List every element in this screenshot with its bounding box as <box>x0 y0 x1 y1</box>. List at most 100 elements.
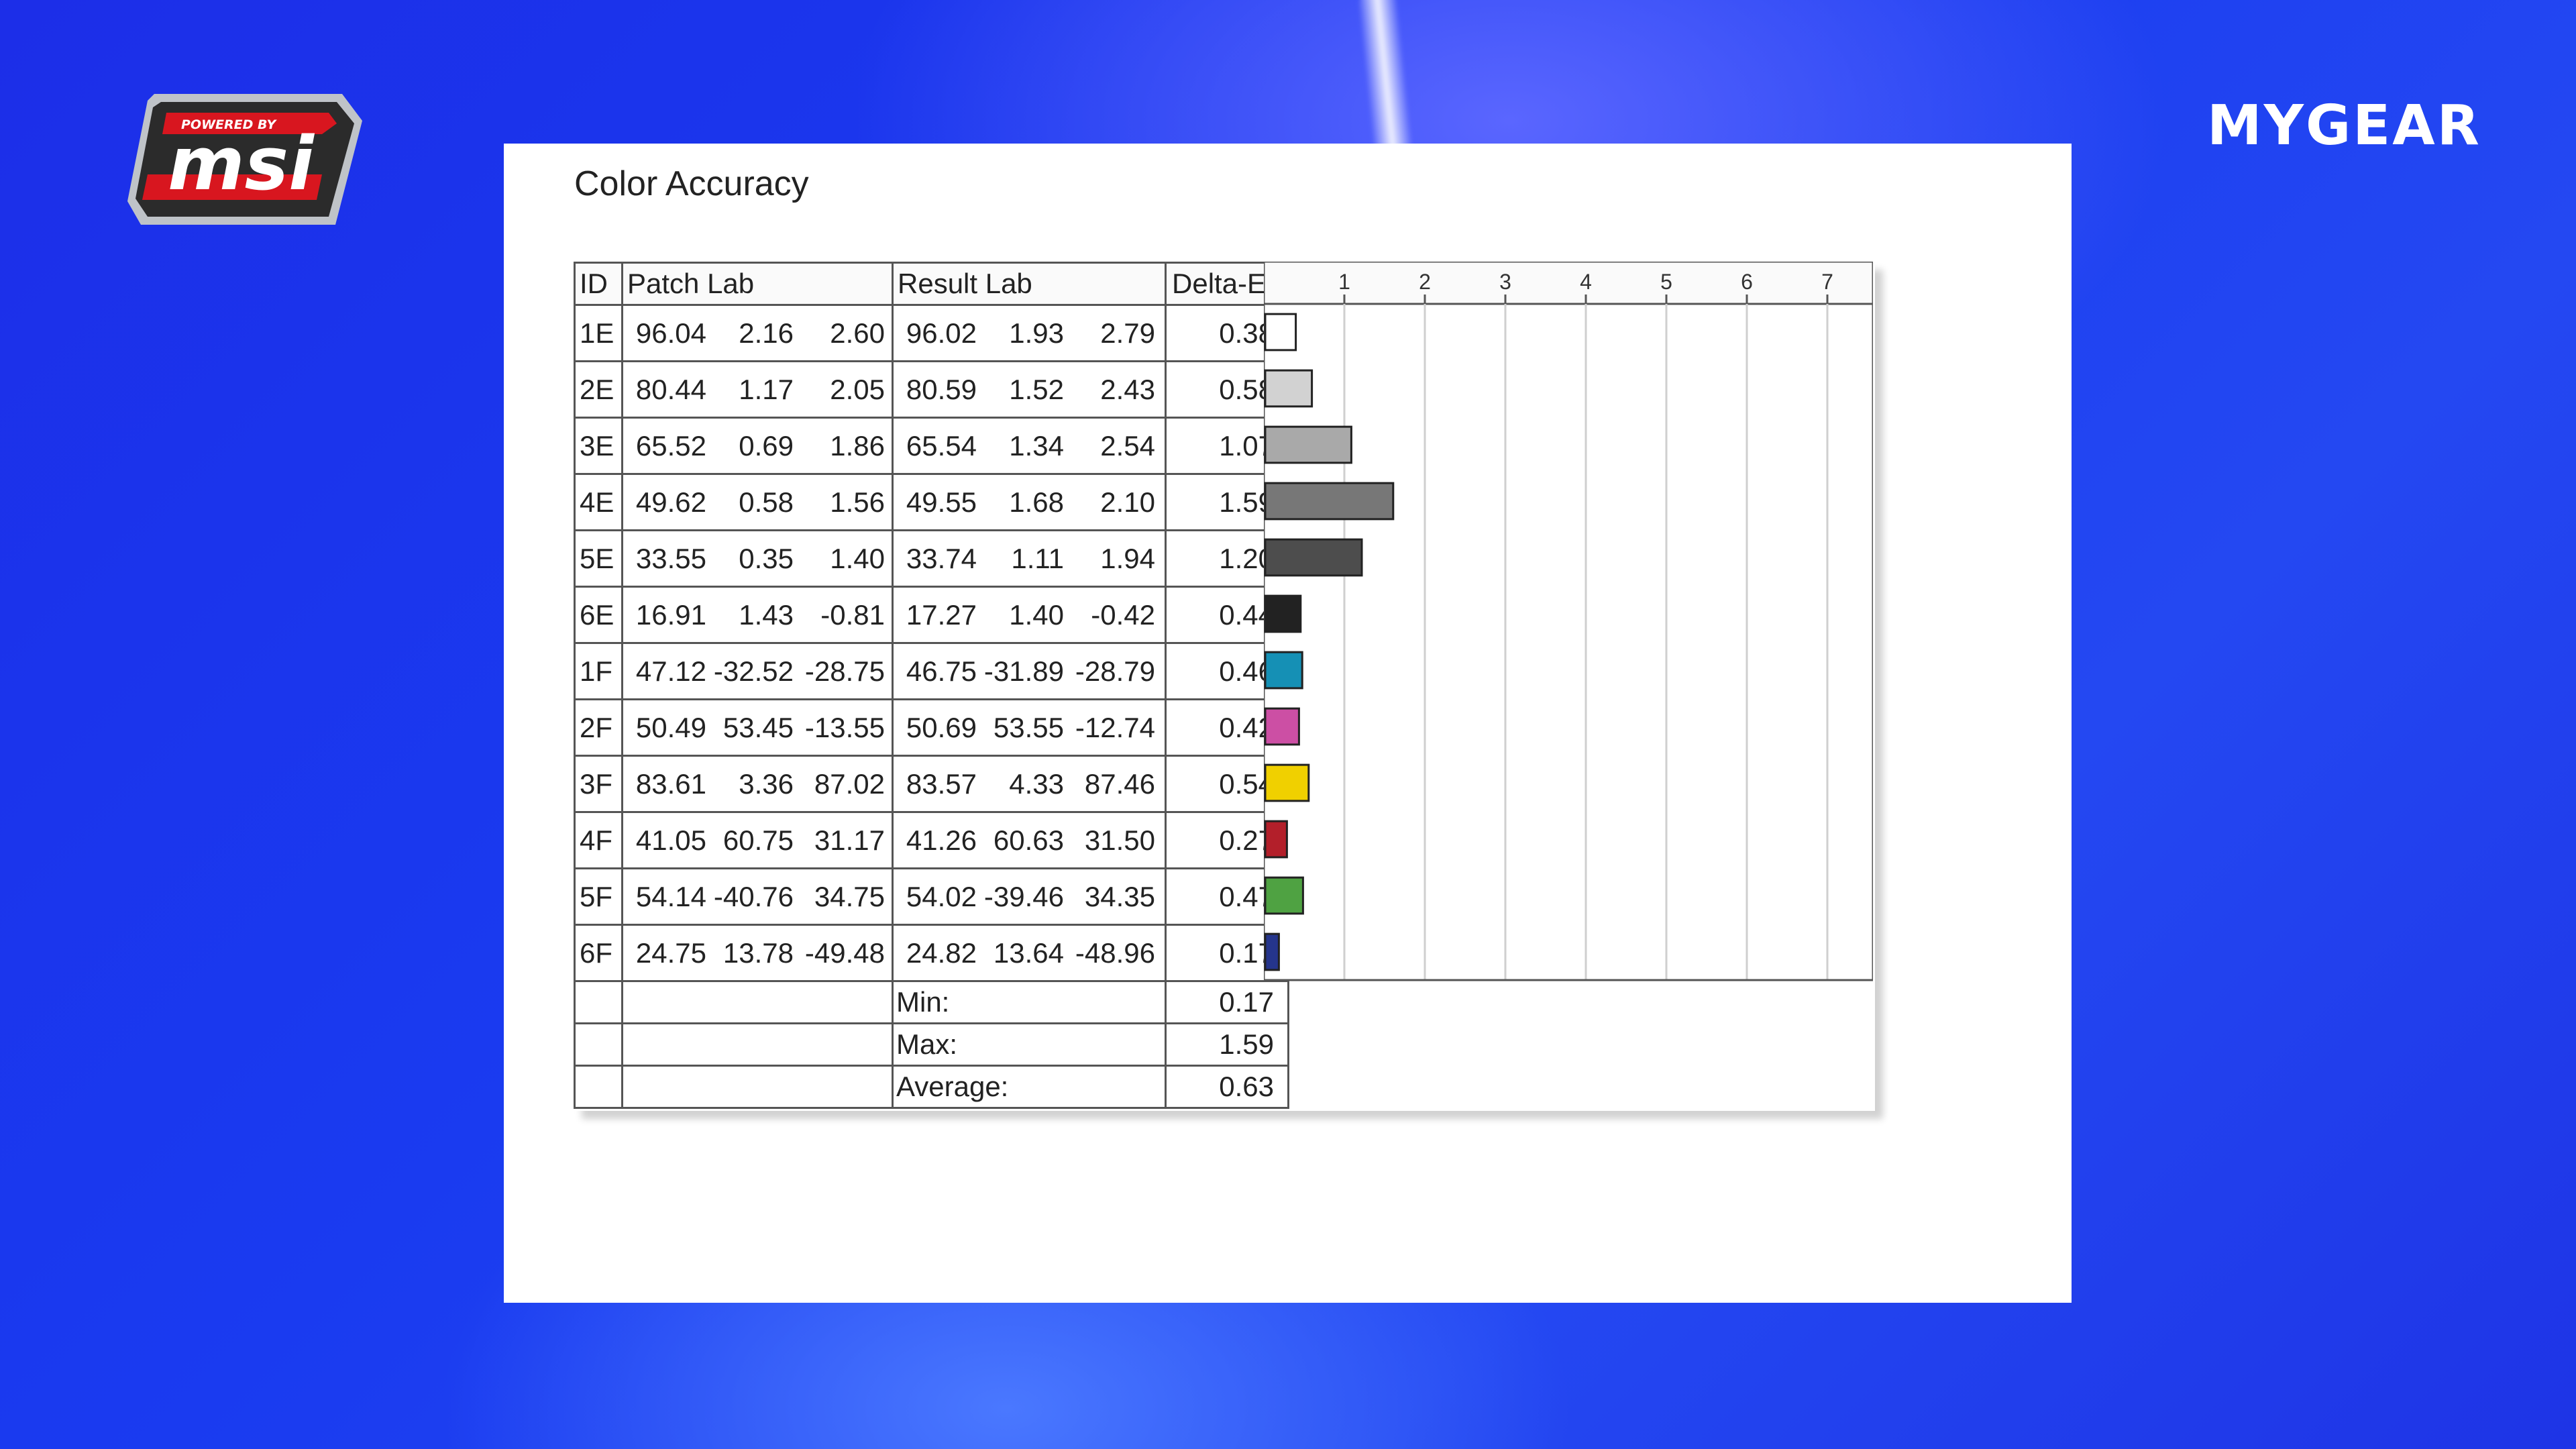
summary-empty <box>621 980 894 1024</box>
patch-lab-value: 60.75 <box>722 824 794 856</box>
result-lab-value: 34.35 <box>1084 880 1155 912</box>
chart-tick-label: 7 <box>1821 270 1833 294</box>
result-lab-cell: 17.27 1.40 -0.42 <box>892 586 1167 644</box>
result-lab-cell: 50.69 53.55 -12.74 <box>892 698 1167 757</box>
result-lab-value: 83.57 <box>906 767 977 800</box>
chart-bar <box>1264 763 1310 802</box>
chart-tick-label: 6 <box>1741 270 1753 294</box>
result-lab-cell: 80.59 1.52 2.43 <box>892 360 1167 419</box>
header-patch-lab: Patch Lab <box>621 262 894 306</box>
patch-lab-value: 49.62 <box>635 486 706 518</box>
patch-lab-value: 34.75 <box>814 880 885 912</box>
result-lab-value: 24.82 <box>906 936 977 969</box>
result-lab-value: 1.11 <box>1011 542 1064 574</box>
result-lab-value: -48.96 <box>1075 936 1155 969</box>
patch-lab-value: -13.55 <box>804 711 885 743</box>
result-lab-value: 41.26 <box>906 824 977 856</box>
result-lab-value: -0.42 <box>1091 598 1155 631</box>
result-lab-value: 2.10 <box>1100 486 1155 518</box>
header-patch-lab-text: Patch Lab <box>627 268 755 299</box>
summary-label: Max: <box>892 1022 1167 1067</box>
chart-bar <box>1264 651 1303 690</box>
patch-lab-value: 2.05 <box>830 373 885 405</box>
patch-lab-cell: 96.04 2.16 2.60 <box>621 304 894 362</box>
chart-plot-area <box>1264 303 1873 981</box>
patch-lab-value: -32.52 <box>713 655 794 687</box>
result-lab-value: 1.52 <box>1009 373 1064 405</box>
chart-bar <box>1264 876 1304 915</box>
table-row: 1E 96.04 2.16 2.60 96.02 1.93 2.79 0.38 <box>574 304 1289 362</box>
result-lab-value: 87.46 <box>1084 767 1155 800</box>
result-lab-value: 2.79 <box>1100 317 1155 349</box>
msi-logo-wordmark: msi <box>168 121 315 207</box>
row-id: 1F <box>574 642 623 700</box>
result-lab-value: 50.69 <box>906 711 977 743</box>
result-lab-value: 80.59 <box>906 373 977 405</box>
patch-lab-value: 1.56 <box>830 486 885 518</box>
patch-lab-value: -0.81 <box>820 598 885 631</box>
mygear-logo: MYGEAR <box>2207 94 2481 158</box>
patch-lab-value: 31.17 <box>814 824 885 856</box>
chart-header-band <box>1264 262 1873 305</box>
summary-empty <box>574 1022 623 1067</box>
row-id: 4E <box>574 473 623 531</box>
patch-lab-cell: 47.12 -32.52 -28.75 <box>621 642 894 700</box>
result-lab-value: -39.46 <box>983 880 1064 912</box>
result-lab-value: 53.55 <box>993 711 1064 743</box>
patch-lab-cell: 50.49 53.45 -13.55 <box>621 698 894 757</box>
result-lab-cell: 46.75 -31.89 -28.79 <box>892 642 1167 700</box>
patch-lab-cell: 54.14 -40.76 34.75 <box>621 867 894 926</box>
patch-lab-cell: 24.75 13.78 -49.48 <box>621 924 894 982</box>
summary-empty <box>574 1065 623 1109</box>
patch-lab-value: 1.17 <box>739 373 794 405</box>
chart-tick-label: 5 <box>1660 270 1672 294</box>
chart-tick-label: 2 <box>1419 270 1431 294</box>
patch-lab-value: -40.76 <box>713 880 794 912</box>
result-lab-value: 46.75 <box>906 655 977 687</box>
patch-lab-value: 1.43 <box>739 598 794 631</box>
chart-bar <box>1264 820 1288 859</box>
patch-lab-value: 1.86 <box>830 429 885 462</box>
result-lab-cell: 24.82 13.64 -48.96 <box>892 924 1167 982</box>
result-lab-value: 1.40 <box>1009 598 1064 631</box>
patch-lab-cell: 83.61 3.36 87.02 <box>621 755 894 813</box>
table-header-row: ID Patch Lab Result Lab Delta-E <box>574 262 1289 306</box>
result-lab-cell: 83.57 4.33 87.46 <box>892 755 1167 813</box>
chart-tick-label: 4 <box>1580 270 1592 294</box>
result-lab-value: 49.55 <box>906 486 977 518</box>
chart-bar <box>1264 313 1297 352</box>
patch-lab-value: -28.75 <box>804 655 885 687</box>
patch-lab-value: 83.61 <box>635 767 706 800</box>
summary-row: Average: 0.63 <box>574 1065 1289 1109</box>
patch-lab-cell: 33.55 0.35 1.40 <box>621 529 894 588</box>
table-row: 6F 24.75 13.78 -49.48 24.82 13.64 -48.96 0.17 <box>574 924 1289 982</box>
row-id: 2F <box>574 698 623 757</box>
result-lab-value: 33.74 <box>906 542 977 574</box>
msi-logo: POWERED BY msi <box>127 94 362 228</box>
row-id: 1E <box>574 304 623 362</box>
patch-lab-cell: 65.52 0.69 1.86 <box>621 417 894 475</box>
result-lab-value: -12.74 <box>1075 711 1155 743</box>
chart-tick-label: 1 <box>1338 270 1350 294</box>
patch-lab-cell: 16.91 1.43 -0.81 <box>621 586 894 644</box>
result-lab-value: 13.64 <box>993 936 1064 969</box>
row-id: 3E <box>574 417 623 475</box>
chart-bar <box>1264 482 1395 521</box>
patch-lab-value: 50.49 <box>635 711 706 743</box>
chart-bar <box>1264 594 1302 633</box>
patch-lab-value: 65.52 <box>635 429 706 462</box>
result-lab-cell: 49.55 1.68 2.10 <box>892 473 1167 531</box>
table-row: 5E 33.55 0.35 1.40 33.74 1.11 1.94 1.20 <box>574 529 1289 588</box>
result-lab-value: 1.68 <box>1009 486 1064 518</box>
patch-lab-value: 54.14 <box>635 880 706 912</box>
header-result-lab: Result Lab <box>892 262 1167 306</box>
summary-row: Max: 1.59 <box>574 1022 1289 1067</box>
patch-lab-value: 87.02 <box>814 767 885 800</box>
result-lab-value: -31.89 <box>983 655 1064 687</box>
result-lab-cell: 54.02 -39.46 34.35 <box>892 867 1167 926</box>
result-lab-value: 17.27 <box>906 598 977 631</box>
table-row: 3F 83.61 3.36 87.02 83.57 4.33 87.46 0.54 <box>574 755 1289 813</box>
patch-lab-value: 2.60 <box>830 317 885 349</box>
summary-empty <box>621 1022 894 1067</box>
summary-row: Min: 0.17 <box>574 980 1289 1024</box>
